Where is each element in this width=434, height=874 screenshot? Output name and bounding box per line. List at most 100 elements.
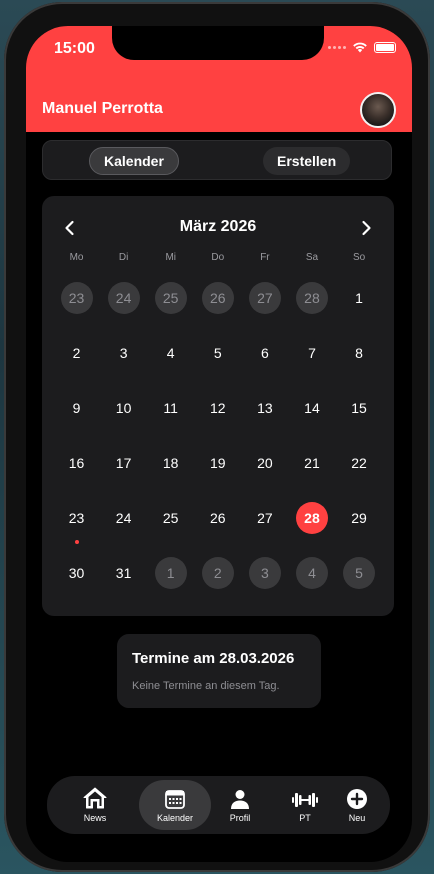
month-calendar: März 2026 Mo Di Mi Do Fr Sa So 23 24 25 [42,196,394,616]
day-cell[interactable]: 25 [147,502,194,557]
month-title: März 2026 [179,218,257,235]
day-cell[interactable]: 24 [100,282,147,337]
day-cell[interactable]: 7 [288,337,335,392]
day-number: 21 [304,455,320,471]
week-row: 23 24 25 26 27 28 29 [53,502,383,557]
day-number: 2 [201,557,234,589]
day-cell[interactable]: 23 [53,282,100,337]
day-cell-selected[interactable]: 28 [288,502,335,557]
tab-news[interactable]: News [59,780,131,830]
day-number: 26 [201,282,234,314]
day-number: 29 [351,510,367,526]
day-cell[interactable]: 25 [147,282,194,337]
day-cell[interactable]: 28 [288,282,335,337]
tab-label: News [83,813,107,823]
day-cell[interactable]: 8 [336,337,383,392]
day-number: 22 [351,455,367,471]
weekday-label: Mi [165,252,177,263]
day-cell[interactable]: 4 [147,337,194,392]
wifi-icon [353,42,367,53]
day-number: 3 [248,557,281,589]
day-cell[interactable]: 1 [147,557,194,612]
day-number: 7 [308,345,316,361]
tab-neu[interactable]: Neu [334,780,380,830]
day-cell[interactable]: 15 [336,392,383,447]
tab-kalender[interactable]: Kalender [139,780,211,830]
day-cell[interactable]: 4 [288,557,335,612]
day-cell[interactable]: 24 [100,502,147,557]
day-number: 27 [257,510,273,526]
device-frame: 15:00 Manuel Perrotta Kalender Erstellen [4,2,430,872]
day-number: 1 [355,290,363,306]
status-time: 15:00 [54,40,95,57]
day-cell[interactable]: 6 [241,337,288,392]
day-cell[interactable]: 27 [241,282,288,337]
day-cell[interactable]: 17 [100,447,147,502]
day-cell[interactable]: 13 [241,392,288,447]
view-segment-control: Kalender Erstellen [42,140,392,180]
day-number: 26 [209,510,226,526]
day-cell[interactable]: 31 [100,557,147,612]
day-cell[interactable]: 5 [194,337,241,392]
day-cell[interactable]: 23 [53,502,100,557]
appointments-empty-text: Keine Termine an diesem Tag. [132,680,280,692]
app-screen: 15:00 Manuel Perrotta Kalender Erstellen [26,26,412,862]
day-number: 28 [295,282,328,314]
day-number: 30 [68,565,85,581]
day-cell[interactable]: 26 [194,502,241,557]
day-number: 11 [163,400,178,416]
tab-label: Neu [348,813,366,823]
day-cell[interactable]: 2 [53,337,100,392]
day-number: 27 [248,282,281,314]
day-number: 24 [115,510,132,526]
day-number: 2 [72,345,81,361]
day-cell[interactable]: 12 [194,392,241,447]
day-cell[interactable]: 3 [100,337,147,392]
day-cell[interactable]: 14 [288,392,335,447]
tab-profil[interactable]: Profil [204,780,276,830]
day-cell[interactable]: 20 [241,447,288,502]
next-month-button[interactable] [356,218,376,238]
day-cell[interactable]: 26 [194,282,241,337]
day-number: 12 [209,400,226,416]
day-cell[interactable]: 27 [241,502,288,557]
day-number: 17 [115,455,132,471]
day-cell[interactable]: 30 [53,557,100,612]
day-number: 5 [343,557,376,589]
day-cell[interactable]: 18 [147,447,194,502]
week-row: 16 17 18 19 20 21 22 [53,447,383,502]
calendar-tab-button[interactable]: Kalender [89,147,179,175]
create-tab-button[interactable]: Erstellen [263,147,351,175]
day-cell[interactable]: 1 [336,282,383,337]
day-number: 16 [68,455,85,471]
day-cell[interactable]: 9 [53,392,100,447]
plus-circle-icon [347,789,367,809]
day-cell[interactable]: 16 [53,447,100,502]
day-cell[interactable]: 10 [100,392,147,447]
tab-pt[interactable]: PT [269,780,341,830]
day-number: 1 [154,557,187,589]
day-cell[interactable]: 29 [336,502,383,557]
day-number: 28 [295,502,328,534]
day-number: 6 [260,345,269,361]
tab-label: Profil [229,813,251,823]
day-cell[interactable]: 3 [241,557,288,612]
day-cell[interactable]: 5 [336,557,383,612]
day-cell[interactable]: 22 [336,447,383,502]
tab-label: Kalender [156,813,194,823]
day-cell[interactable]: 21 [288,447,335,502]
weekday-label: Fr [260,252,270,263]
appointments-title: Termine am 28.03.2026 [132,650,295,667]
day-cell[interactable]: 2 [194,557,241,612]
calendar-icon [165,790,185,809]
status-indicators [328,41,396,53]
week-row: 30 31 1 2 3 4 5 [53,557,383,612]
day-number: 10 [115,400,132,416]
day-number: 15 [351,400,367,416]
day-cell[interactable]: 19 [194,447,241,502]
weekday-label: Mo [69,252,84,263]
calendar-header: März 2026 [42,218,394,238]
avatar[interactable] [360,92,396,128]
day-number: 18 [162,455,179,471]
day-cell[interactable]: 11 [147,392,194,447]
